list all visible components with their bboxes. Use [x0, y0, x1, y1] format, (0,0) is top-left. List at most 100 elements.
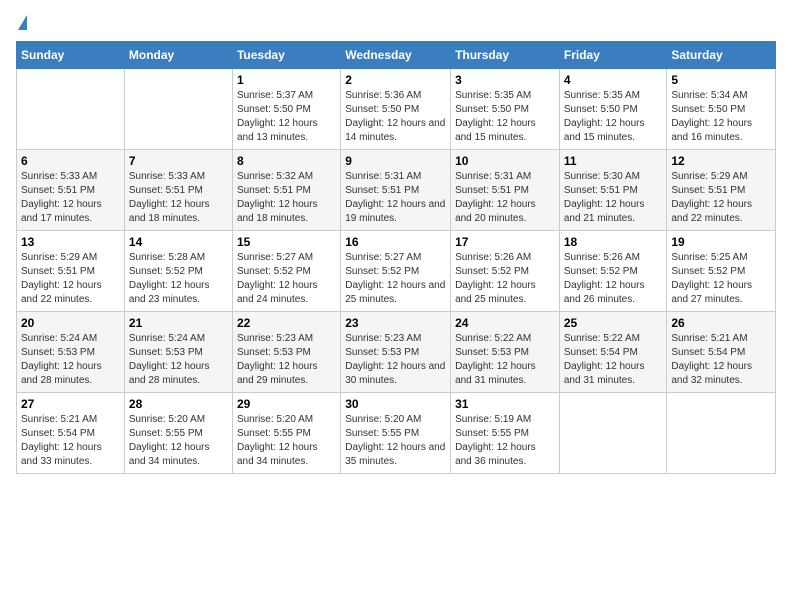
- day-number: 15: [237, 235, 336, 249]
- day-of-week-header: Saturday: [667, 42, 776, 69]
- calendar-header-row: SundayMondayTuesdayWednesdayThursdayFrid…: [17, 42, 776, 69]
- day-of-week-header: Thursday: [451, 42, 560, 69]
- day-info: Sunrise: 5:23 AMSunset: 5:53 PMDaylight:…: [237, 332, 336, 388]
- day-number: 17: [455, 235, 555, 249]
- calendar-day-cell: 29 Sunrise: 5:20 AMSunset: 5:55 PMDayligh…: [232, 393, 340, 474]
- header: [16, 16, 776, 31]
- calendar-day-cell: 16 Sunrise: 5:27 AMSunset: 5:52 PMDayligh…: [341, 231, 451, 312]
- day-number: 23: [345, 316, 446, 330]
- day-number: 29: [237, 397, 336, 411]
- calendar-week-row: 13 Sunrise: 5:29 AMSunset: 5:51 PMDayligh…: [17, 231, 776, 312]
- day-number: 13: [21, 235, 120, 249]
- calendar-day-cell: 6 Sunrise: 5:33 AMSunset: 5:51 PMDaylight…: [17, 150, 125, 231]
- day-of-week-header: Tuesday: [232, 42, 340, 69]
- day-number: 4: [564, 73, 663, 87]
- day-info: Sunrise: 5:30 AMSunset: 5:51 PMDaylight:…: [564, 170, 663, 226]
- day-number: 10: [455, 154, 555, 168]
- day-number: 16: [345, 235, 446, 249]
- day-number: 28: [129, 397, 228, 411]
- day-info: Sunrise: 5:36 AMSunset: 5:50 PMDaylight:…: [345, 89, 446, 145]
- day-number: 12: [671, 154, 771, 168]
- day-info: Sunrise: 5:19 AMSunset: 5:55 PMDaylight:…: [455, 413, 555, 469]
- calendar-day-cell: 2 Sunrise: 5:36 AMSunset: 5:50 PMDaylight…: [341, 69, 451, 150]
- calendar-day-cell: 25 Sunrise: 5:22 AMSunset: 5:54 PMDayligh…: [559, 312, 667, 393]
- day-info: Sunrise: 5:33 AMSunset: 5:51 PMDaylight:…: [21, 170, 120, 226]
- day-info: Sunrise: 5:21 AMSunset: 5:54 PMDaylight:…: [671, 332, 771, 388]
- day-info: Sunrise: 5:24 AMSunset: 5:53 PMDaylight:…: [21, 332, 120, 388]
- calendar-day-cell: 10 Sunrise: 5:31 AMSunset: 5:51 PMDayligh…: [451, 150, 560, 231]
- day-info: Sunrise: 5:27 AMSunset: 5:52 PMDaylight:…: [237, 251, 336, 307]
- day-info: Sunrise: 5:26 AMSunset: 5:52 PMDaylight:…: [455, 251, 555, 307]
- day-number: 31: [455, 397, 555, 411]
- day-info: Sunrise: 5:21 AMSunset: 5:54 PMDaylight:…: [21, 413, 120, 469]
- day-number: 30: [345, 397, 446, 411]
- calendar-day-cell: 17 Sunrise: 5:26 AMSunset: 5:52 PMDayligh…: [451, 231, 560, 312]
- calendar-day-cell: 3 Sunrise: 5:35 AMSunset: 5:50 PMDaylight…: [451, 69, 560, 150]
- day-number: 21: [129, 316, 228, 330]
- calendar-day-cell: 26 Sunrise: 5:21 AMSunset: 5:54 PMDayligh…: [667, 312, 776, 393]
- day-info: Sunrise: 5:24 AMSunset: 5:53 PMDaylight:…: [129, 332, 228, 388]
- calendar-day-cell: 24 Sunrise: 5:22 AMSunset: 5:53 PMDayligh…: [451, 312, 560, 393]
- day-info: Sunrise: 5:22 AMSunset: 5:53 PMDaylight:…: [455, 332, 555, 388]
- calendar-day-cell: 21 Sunrise: 5:24 AMSunset: 5:53 PMDayligh…: [124, 312, 232, 393]
- calendar-day-cell: 30Sunrise: 5:20 AMSunset: 5:55 PMDayligh…: [341, 393, 451, 474]
- calendar-day-cell: 14Sunrise: 5:28 AMSunset: 5:52 PMDayligh…: [124, 231, 232, 312]
- calendar-week-row: 20 Sunrise: 5:24 AMSunset: 5:53 PMDayligh…: [17, 312, 776, 393]
- calendar-table: SundayMondayTuesdayWednesdayThursdayFrid…: [16, 41, 776, 474]
- day-info: Sunrise: 5:33 AMSunset: 5:51 PMDaylight:…: [129, 170, 228, 226]
- day-of-week-header: Friday: [559, 42, 667, 69]
- calendar-day-cell: 13 Sunrise: 5:29 AMSunset: 5:51 PMDayligh…: [17, 231, 125, 312]
- calendar-day-cell: [559, 393, 667, 474]
- day-info: Sunrise: 5:37 AMSunset: 5:50 PMDaylight:…: [237, 89, 336, 145]
- day-info: Sunrise: 5:20 AMSunset: 5:55 PMDaylight:…: [129, 413, 228, 469]
- day-info: Sunrise: 5:23 AMSunset: 5:53 PMDaylight:…: [345, 332, 446, 388]
- day-number: 14: [129, 235, 228, 249]
- day-number: 1: [237, 73, 336, 87]
- day-info: Sunrise: 5:22 AMSunset: 5:54 PMDaylight:…: [564, 332, 663, 388]
- day-info: Sunrise: 5:31 AMSunset: 5:51 PMDaylight:…: [345, 170, 446, 226]
- calendar-day-cell: 9 Sunrise: 5:31 AMSunset: 5:51 PMDaylight…: [341, 150, 451, 231]
- day-number: 5: [671, 73, 771, 87]
- day-info: Sunrise: 5:20 AMSunset: 5:55 PMDaylight:…: [237, 413, 336, 469]
- day-info: Sunrise: 5:31 AMSunset: 5:51 PMDaylight:…: [455, 170, 555, 226]
- day-number: 3: [455, 73, 555, 87]
- day-number: 8: [237, 154, 336, 168]
- calendar-day-cell: 12Sunrise: 5:29 AMSunset: 5:51 PMDayligh…: [667, 150, 776, 231]
- calendar-day-cell: 28 Sunrise: 5:20 AMSunset: 5:55 PMDayligh…: [124, 393, 232, 474]
- day-number: 25: [564, 316, 663, 330]
- calendar-day-cell: 1 Sunrise: 5:37 AMSunset: 5:50 PMDaylight…: [232, 69, 340, 150]
- calendar-week-row: 6 Sunrise: 5:33 AMSunset: 5:51 PMDaylight…: [17, 150, 776, 231]
- calendar-day-cell: 7 Sunrise: 5:33 AMSunset: 5:51 PMDaylight…: [124, 150, 232, 231]
- day-number: 7: [129, 154, 228, 168]
- calendar-day-cell: 18Sunrise: 5:26 AMSunset: 5:52 PMDayligh…: [559, 231, 667, 312]
- calendar-week-row: 27 Sunrise: 5:21 AMSunset: 5:54 PMDayligh…: [17, 393, 776, 474]
- day-of-week-header: Monday: [124, 42, 232, 69]
- calendar-day-cell: 15 Sunrise: 5:27 AMSunset: 5:52 PMDayligh…: [232, 231, 340, 312]
- day-info: Sunrise: 5:32 AMSunset: 5:51 PMDaylight:…: [237, 170, 336, 226]
- day-number: 9: [345, 154, 446, 168]
- calendar-day-cell: 27 Sunrise: 5:21 AMSunset: 5:54 PMDayligh…: [17, 393, 125, 474]
- day-number: 24: [455, 316, 555, 330]
- day-info: Sunrise: 5:27 AMSunset: 5:52 PMDaylight:…: [345, 251, 446, 307]
- calendar-day-cell: 23 Sunrise: 5:23 AMSunset: 5:53 PMDayligh…: [341, 312, 451, 393]
- calendar-day-cell: 22 Sunrise: 5:23 AMSunset: 5:53 PMDayligh…: [232, 312, 340, 393]
- day-info: Sunrise: 5:29 AMSunset: 5:51 PMDaylight:…: [21, 251, 120, 307]
- day-number: 2: [345, 73, 446, 87]
- calendar-day-cell: 8 Sunrise: 5:32 AMSunset: 5:51 PMDaylight…: [232, 150, 340, 231]
- day-number: 11: [564, 154, 663, 168]
- calendar-day-cell: [667, 393, 776, 474]
- calendar-day-cell: 20 Sunrise: 5:24 AMSunset: 5:53 PMDayligh…: [17, 312, 125, 393]
- day-number: 22: [237, 316, 336, 330]
- day-number: 20: [21, 316, 120, 330]
- calendar-day-cell: 4 Sunrise: 5:35 AMSunset: 5:50 PMDaylight…: [559, 69, 667, 150]
- day-number: 6: [21, 154, 120, 168]
- day-number: 18: [564, 235, 663, 249]
- day-of-week-header: Sunday: [17, 42, 125, 69]
- calendar-day-cell: 5Sunrise: 5:34 AMSunset: 5:50 PMDaylight…: [667, 69, 776, 150]
- day-info: Sunrise: 5:35 AMSunset: 5:50 PMDaylight:…: [564, 89, 663, 145]
- logo: [16, 16, 27, 31]
- logo-icon: [18, 15, 27, 30]
- day-info: Sunrise: 5:35 AMSunset: 5:50 PMDaylight:…: [455, 89, 555, 145]
- day-number: 27: [21, 397, 120, 411]
- day-number: 26: [671, 316, 771, 330]
